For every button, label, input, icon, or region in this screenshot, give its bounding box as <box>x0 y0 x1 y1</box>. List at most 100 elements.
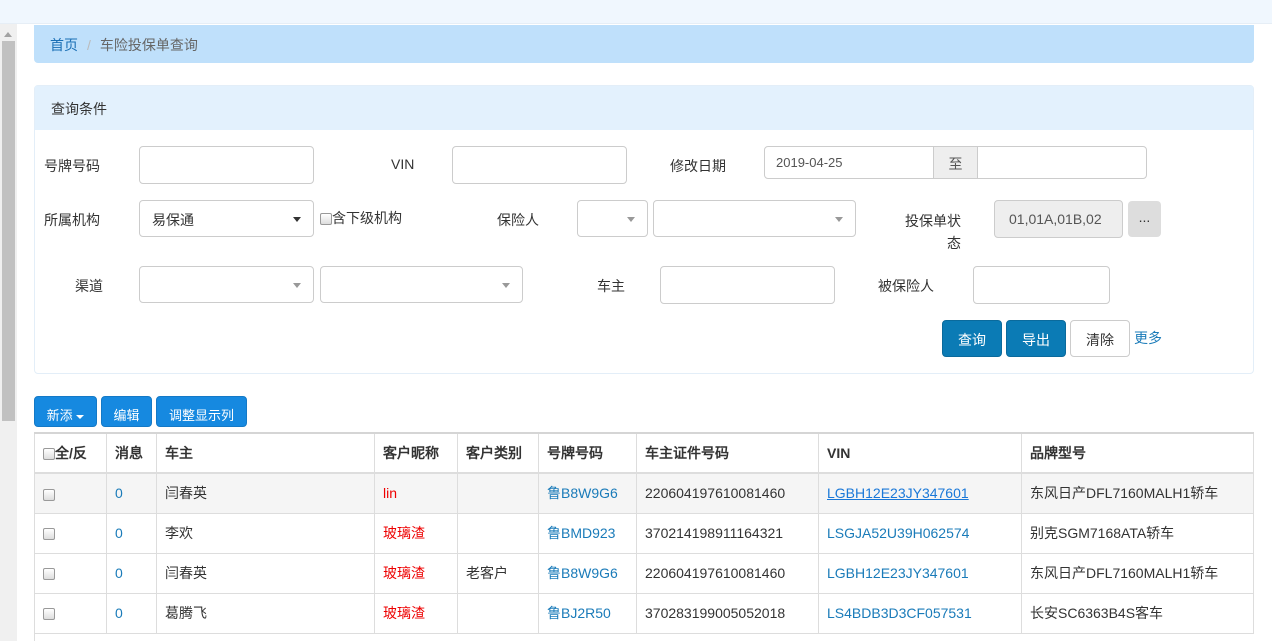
row-select-cell[interactable] <box>34 512 107 554</box>
table-row[interactable]: 0 闫春英 玻璃渣 老客户 鲁B8W9G6 220604197610081460… <box>34 552 1254 594</box>
select-all-header[interactable]: 全/反 <box>34 432 107 474</box>
chevron-down-icon <box>835 217 843 222</box>
adjust-columns-button[interactable]: 调整显示列 <box>156 396 247 427</box>
query-button[interactable]: 查询 <box>942 320 1002 357</box>
select-all-checkbox[interactable] <box>43 448 55 461</box>
row-select-cell[interactable] <box>34 552 107 594</box>
plate-label: 号牌号码 <box>44 158 100 174</box>
nickname-cell: lin <box>374 472 458 514</box>
table-row[interactable]: 0 葛腾飞 玻璃渣 鲁BJ2R50 370283199005052018 LS4… <box>34 592 1254 634</box>
insurer-label: 保险人 <box>497 212 539 228</box>
model-cell: 东风日产DFL7160MALH1轿车 <box>1021 472 1254 514</box>
insured-input[interactable] <box>973 266 1110 304</box>
customer-type-cell: 老客户 <box>457 552 539 594</box>
owner-cell: 闫春英 <box>156 552 375 594</box>
vin-link[interactable]: LSGJA52U39H062574 <box>818 512 1022 554</box>
model-cell: 东风日产DFL7160MALH1轿车 <box>1021 552 1254 594</box>
new-button-label: 新添 <box>46 408 73 423</box>
status-more-button[interactable]: ... <box>1128 201 1161 237</box>
org-label: 所属机构 <box>44 212 100 228</box>
message-count[interactable]: 0 <box>106 472 157 514</box>
row-select-cell[interactable] <box>34 472 107 514</box>
header-vin: VIN <box>818 432 1022 474</box>
model-cell: 长安SC6363B4S客车 <box>1021 592 1254 634</box>
owner-cell: 闫春英 <box>156 472 375 514</box>
chevron-down-icon <box>293 283 301 288</box>
message-count[interactable]: 0 <box>106 552 157 594</box>
vin-link[interactable]: LGBH12E23JY347601 <box>818 472 1022 514</box>
model-cell: 别克SGM7168ATA轿车 <box>1021 512 1254 554</box>
customer-type-cell <box>457 472 539 514</box>
id-number-cell: 370214198911164321 <box>636 512 819 554</box>
channel-select-2[interactable] <box>320 266 523 303</box>
message-count[interactable]: 0 <box>106 592 157 634</box>
row-checkbox[interactable] <box>43 568 55 581</box>
customer-type-cell <box>457 512 539 554</box>
chevron-down-icon <box>293 217 301 222</box>
date-label: 修改日期 <box>670 158 726 174</box>
new-button[interactable]: 新添 <box>34 396 97 427</box>
breadcrumb-separator: / <box>87 37 91 53</box>
message-count[interactable]: 0 <box>106 512 157 554</box>
plate-cell[interactable]: 鲁BMD923 <box>538 512 637 554</box>
row-checkbox[interactable] <box>43 528 55 541</box>
header-plate: 号牌号码 <box>538 432 637 474</box>
chevron-down-icon <box>502 283 510 288</box>
breadcrumb-home[interactable]: 首页 <box>50 37 78 53</box>
id-number-cell: 220604197610081460 <box>636 472 819 514</box>
row-checkbox[interactable] <box>43 488 55 501</box>
date-range-addon: 至 <box>933 146 978 179</box>
caret-down-icon <box>76 414 85 419</box>
more-link[interactable]: 更多 <box>1134 328 1162 348</box>
channel-select-1[interactable] <box>139 266 314 303</box>
table-continuation <box>34 634 1254 641</box>
org-select-value: 易保通 <box>152 212 194 228</box>
plate-input[interactable] <box>139 146 314 184</box>
id-number-cell: 220604197610081460 <box>636 552 819 594</box>
top-bar <box>0 0 1272 24</box>
org-select[interactable]: 易保通 <box>139 200 314 237</box>
breadcrumb: 首页 / 车险投保单查询 <box>34 25 1254 63</box>
row-checkbox[interactable] <box>43 608 55 621</box>
header-nickname: 客户昵称 <box>374 432 458 474</box>
vin-label: VIN <box>391 156 415 172</box>
vertical-scrollbar[interactable] <box>0 24 17 641</box>
owner-cell: 葛腾飞 <box>156 592 375 634</box>
channel-label: 渠道 <box>75 278 103 294</box>
vin-link[interactable]: LS4BDB3D3CF057531 <box>818 592 1022 634</box>
edit-button[interactable]: 编辑 <box>101 396 152 427</box>
table-row[interactable]: 0 闫春英 lin 鲁B8W9G6 220604197610081460 LGB… <box>34 472 1254 514</box>
insurer-type-select[interactable] <box>577 200 648 237</box>
header-label: 全/反 <box>55 445 87 461</box>
table-row[interactable]: 0 李欢 玻璃渣 鲁BMD923 370214198911164321 LSGJ… <box>34 512 1254 554</box>
owner-cell: 李欢 <box>156 512 375 554</box>
status-input[interactable]: 01,01A,01B,02 <box>994 200 1123 238</box>
header-customer-type: 客户类别 <box>457 432 539 474</box>
table-header-row: 全/反 消息 车主 客户昵称 客户类别 号牌号码 车主证件号码 VIN 品牌型号 <box>34 432 1254 474</box>
insured-label: 被保险人 <box>878 278 934 294</box>
scrollbar-thumb[interactable] <box>2 41 15 421</box>
export-button[interactable]: 导出 <box>1006 320 1066 357</box>
owner-input[interactable] <box>660 266 835 304</box>
date-from-input[interactable] <box>764 146 934 179</box>
header-message: 消息 <box>106 432 157 474</box>
id-number-cell: 370283199005052018 <box>636 592 819 634</box>
plate-cell[interactable]: 鲁B8W9G6 <box>538 552 637 594</box>
sub-org-checkbox-group[interactable]: 含下级机构 <box>320 208 402 228</box>
sub-org-checkbox[interactable] <box>320 213 332 226</box>
date-to-input[interactable] <box>977 146 1147 179</box>
header-owner: 车主 <box>156 432 375 474</box>
scroll-up-arrow-icon[interactable] <box>4 32 12 37</box>
policy-table: 全/反 消息 车主 客户昵称 客户类别 号牌号码 车主证件号码 VIN 品牌型号… <box>34 432 1254 634</box>
vin-link[interactable]: LGBH12E23JY347601 <box>818 552 1022 594</box>
row-select-cell[interactable] <box>34 592 107 634</box>
insurer-select[interactable] <box>653 200 856 237</box>
plate-cell[interactable]: 鲁B8W9G6 <box>538 472 637 514</box>
status-label: 投保单状态 <box>905 213 961 251</box>
chevron-down-icon <box>627 217 635 222</box>
plate-cell[interactable]: 鲁BJ2R50 <box>538 592 637 634</box>
panel-title: 查询条件 <box>35 86 1253 130</box>
clear-button[interactable]: 清除 <box>1070 320 1130 357</box>
vin-input[interactable] <box>452 146 627 184</box>
owner-label: 车主 <box>597 278 625 294</box>
